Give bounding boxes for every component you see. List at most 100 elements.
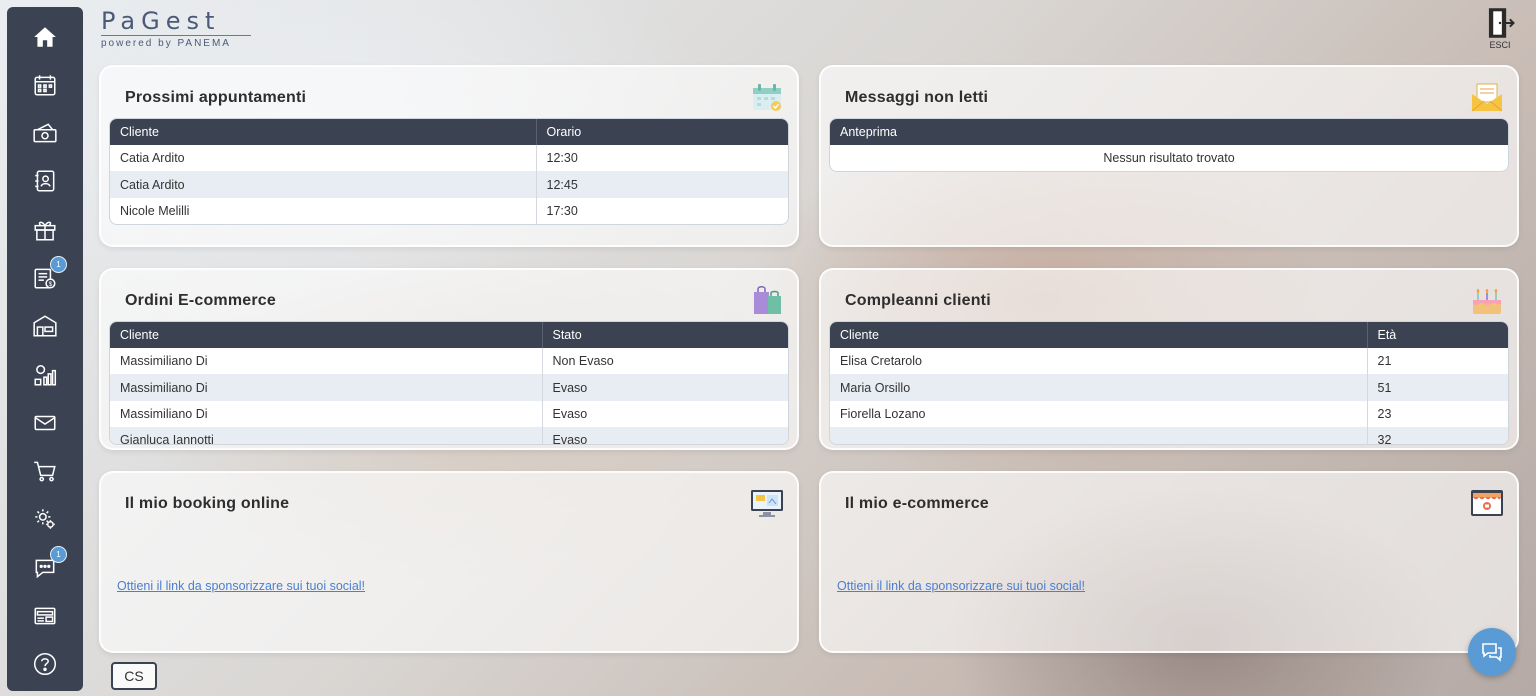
birthdays-card: Compleanni clienti Cliente Età Elisa Cre…	[819, 268, 1519, 450]
table-row[interactable]: Elisa Cretarolo 21	[830, 348, 1508, 375]
home-icon	[34, 26, 56, 47]
table-cell: Catia Ardito	[110, 171, 537, 198]
table-cell: 32	[1367, 427, 1508, 444]
chat-badge: 1	[50, 546, 67, 564]
table-cell: Massimiliano Di	[110, 400, 543, 428]
column-header[interactable]: Cliente	[110, 119, 537, 145]
support-chat-button[interactable]	[1468, 628, 1516, 676]
cart-icon	[34, 461, 56, 482]
ecommerce-share-link[interactable]: Ottieni il link da sponsorizzare sui tuo…	[837, 579, 1085, 593]
table-row[interactable]: Catia Ardito 12:30	[110, 145, 788, 172]
contacts-book-icon	[35, 170, 55, 192]
brand-tagline: powered by PANEMA	[101, 38, 231, 49]
birthdays-title: Compleanni clienti	[845, 292, 991, 309]
table-cell: Non Evaso	[552, 354, 614, 369]
brand-logo[interactable]: PaGest powered by PANEMA	[101, 8, 251, 49]
table-cell: Maria Orsillo	[830, 374, 1368, 401]
table-cell: Elisa Cretarolo	[830, 348, 1368, 375]
booking-share-link[interactable]: Ottieni il link da sponsorizzare sui tuo…	[117, 579, 365, 593]
table-cell: Massimiliano Di	[110, 374, 543, 401]
table-cell: Evaso	[542, 427, 788, 444]
online-shop-icon	[1469, 485, 1505, 521]
table-row: Nessun risultato trovato	[830, 145, 1508, 171]
birthdays-table: Cliente Età Elisa Cretarolo 21 Maria Orsi…	[829, 321, 1509, 445]
sidebar-item-help[interactable]	[23, 643, 67, 686]
chat-bubbles-icon	[1482, 643, 1502, 662]
sidebar-item-invoice[interactable]: $ 1	[23, 256, 67, 299]
sidebar-item-calendar[interactable]	[23, 63, 67, 106]
table-cell: 21	[1377, 354, 1392, 369]
exit-button[interactable]: ESCI	[1484, 7, 1516, 55]
column-header[interactable]: Anteprima	[830, 119, 1508, 145]
booking-title: Il mio booking online	[125, 495, 290, 512]
table-cell: Gianluca Iannotti	[110, 427, 543, 444]
orders-card: Ordini E-commerce Cliente Stato Massimil…	[99, 268, 799, 450]
column-header[interactable]: Cliente	[110, 322, 543, 348]
table-row[interactable]: Catia Ardito 12:45	[110, 171, 788, 198]
sidebar-item-settings[interactable]	[23, 498, 67, 541]
help-icon	[33, 653, 57, 676]
table-cell: Massimiliano Di	[110, 348, 543, 375]
ecommerce-card: Il mio e-commerce Ottieni il link da spo…	[819, 471, 1519, 653]
table-row[interactable]: Nicole Melilli 17:30	[110, 197, 788, 225]
cs-button[interactable]: CS	[111, 662, 157, 690]
birthday-cake-icon	[1469, 282, 1505, 318]
sidebar-item-stats[interactable]	[23, 353, 67, 396]
sidebar-item-warehouse[interactable]	[23, 305, 67, 348]
column-header[interactable]: Età	[1367, 322, 1508, 348]
table-cell: 12:30	[546, 151, 578, 166]
table-row[interactable]: Massimiliano Di Evaso	[110, 374, 788, 401]
table-cell: Nicole Melilli	[110, 197, 537, 225]
table-row[interactable]: 32	[830, 427, 1508, 444]
settings-icon	[35, 509, 55, 530]
table-cell: 23	[1377, 406, 1392, 421]
calendar-icon	[34, 75, 56, 96]
money-icon	[33, 123, 57, 143]
column-header[interactable]: Cliente	[830, 322, 1368, 348]
shopping-bags-icon	[749, 282, 785, 318]
ecommerce-title: Il mio e-commerce	[845, 495, 989, 512]
svg-text:$: $	[49, 281, 53, 288]
appointments-card: Prossimi appuntamenti Cliente Orario Cat…	[99, 65, 799, 247]
table-cell: 12:45	[536, 171, 788, 198]
table-row[interactable]: Massimiliano Di Non Evaso	[110, 348, 788, 375]
sidebar-item-home[interactable]	[23, 15, 67, 58]
table-cell: Catia Ardito	[110, 145, 537, 172]
table-row[interactable]: Gianluca Iannotti Evaso	[110, 427, 788, 444]
sidebar-item-gift[interactable]	[23, 208, 67, 251]
table-row[interactable]: Fiorella Lozano 23	[830, 400, 1508, 428]
news-icon	[34, 607, 56, 625]
mail-icon	[34, 415, 56, 431]
sidebar-item-money[interactable]	[23, 112, 67, 155]
sidebar-item-mail[interactable]	[23, 401, 67, 444]
invoice-badge: 1	[50, 256, 67, 274]
table-cell: 17:30	[546, 203, 578, 218]
orders-table: Cliente Stato Massimiliano Di Non Evaso M…	[109, 321, 789, 445]
sidebar-item-news[interactable]	[23, 594, 67, 637]
gift-icon	[34, 221, 56, 241]
sidebar-item-contacts[interactable]	[23, 160, 67, 203]
table-row[interactable]: Maria Orsillo 51	[830, 374, 1508, 401]
table-cell: Evaso	[552, 406, 588, 421]
stats-icon	[34, 364, 57, 386]
door-exit-icon	[1488, 8, 1515, 38]
column-header[interactable]: Orario	[536, 119, 788, 145]
messages-title: Messaggi non letti	[845, 89, 989, 106]
appointments-calendar-icon	[749, 79, 785, 115]
sidebar-item-cart[interactable]	[23, 450, 67, 493]
table-row[interactable]: Massimiliano Di Evaso	[110, 400, 788, 428]
table-cell	[830, 427, 1368, 444]
envelope-icon	[1469, 79, 1505, 115]
messages-table: Anteprima Nessun risultato trovato	[829, 118, 1509, 173]
booking-card: Il mio booking online Ottieni il link da…	[99, 471, 799, 653]
sidebar: $ 1 1	[7, 7, 83, 691]
sidebar-item-chat[interactable]: 1	[23, 546, 67, 589]
appointments-title: Prossimi appuntamenti	[125, 89, 307, 106]
exit-label: ESCI	[1489, 40, 1511, 50]
table-cell: Fiorella Lozano	[830, 400, 1368, 428]
column-header[interactable]: Stato	[542, 322, 788, 348]
appointments-table: Cliente Orario Catia Ardito 12:30 Catia A…	[109, 118, 789, 226]
messages-card: Messaggi non letti Anteprima Nessun risu…	[819, 65, 1519, 247]
empty-message: Nessun risultato trovato	[1103, 151, 1235, 166]
brand-name: PaGest	[101, 8, 251, 36]
